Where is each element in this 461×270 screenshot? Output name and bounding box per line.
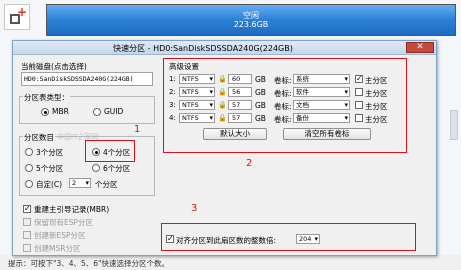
new-esp-label: 创建新ESP分区 [34,231,86,240]
clear-all-labels-button[interactable]: 清空所有卷标 [283,128,371,140]
row-4-primary-checkbox[interactable] [355,114,363,122]
partition-table-type-label: 分区表类型： [23,92,70,103]
size-unit: GB [255,88,266,97]
rebuild-mbr-checkbox[interactable]: ✓ [23,205,31,213]
custom-count-spinner[interactable]: 2 [69,178,91,188]
left-panel: 当前磁盘(点击选择) HD0:SanDiskSDSSDA240G(224GB) … [17,58,157,254]
app-logo-icon[interactable]: + [4,4,30,30]
lock-icon: 🔒 [218,101,227,109]
partition-count-label: 分区数目 [23,132,55,143]
rebuild-mbr-label: 重建主引导记录(MBR) [34,205,110,214]
close-button[interactable]: ✕ [406,42,434,53]
disk-free-label: 空闲 [243,11,259,20]
primary-caption: 主分区 [365,115,388,124]
six-partitions-radio[interactable] [92,164,100,172]
background-scrollbar[interactable] [450,110,458,140]
disk-free-size: 223.6GB [233,20,269,29]
row-3-filesystem-select[interactable]: NTFS [179,100,215,110]
row-1-primary-checkbox[interactable]: ✓ [355,75,363,83]
primary-caption: 主分区 [365,89,388,98]
row-2-volume-label-select[interactable]: 软件 [293,87,350,97]
row-1-number: 1: [169,75,176,83]
volume-label-caption: 卷标: [274,102,292,111]
volume-label-caption: 卷标: [274,89,292,98]
footer-tip: 提示：可按下"3、4、5、6"快速选择分区个数。 [8,259,169,268]
lock-icon: 🔒 [218,75,227,83]
annotation-number-3: 3 [191,203,198,214]
row-2-filesystem-select[interactable]: NTFS [179,87,215,97]
row-1-volume-label-select[interactable]: 系统 [293,74,350,84]
size-unit: GB [255,101,266,110]
row-3-number: 3: [169,101,176,109]
mbr-radio[interactable] [41,108,49,116]
advanced-settings-title: 高级设置 [169,62,199,71]
size-unit: GB [255,75,266,84]
size-unit: GB [255,114,266,123]
three-partitions-radio[interactable] [25,148,33,156]
new-msr-checkbox[interactable] [23,244,31,252]
guid-radio-label: GUID [104,107,124,116]
quick-partition-dialog: 快速分区 - HD0:SanDiskSDSSDA240G(224GB) ✕ 当前… [12,40,437,256]
annotation-number-1: 1 [134,124,141,135]
primary-caption: 主分区 [365,76,388,85]
five-partitions-label: 5个分区 [36,164,64,173]
volume-label-caption: 卷标: [274,76,292,85]
row-4-filesystem-select[interactable]: NTFS [179,113,215,123]
five-partitions-radio[interactable] [25,164,33,172]
row-3-size-input[interactable]: 57 [228,100,252,110]
custom-count-radio[interactable] [25,180,33,188]
align-partition-label: 对齐分区到此扇区数的整数倍: [176,236,277,245]
annotation-number-2: 2 [246,158,253,169]
lock-icon: 🔒 [218,114,227,122]
row-1-filesystem-select[interactable]: NTFS [179,74,215,84]
custom-count-label: 自定(C) [36,180,63,189]
mbr-radio-label: MBR [52,107,69,116]
align-partition-checkbox[interactable]: ✓ [166,235,174,243]
current-disk-label: 当前磁盘(点击选择) [21,62,87,71]
row-4-volume-label-select[interactable]: 备份 [293,113,350,123]
row-2-size-input[interactable]: 56 [228,87,252,97]
new-msr-label: 创建MSR分区 [34,244,81,253]
default-size-button[interactable]: 默认大小 [203,128,267,140]
row-4-number: 4: [169,114,176,122]
row-4-size-input[interactable]: 57 [228,113,252,123]
four-partitions-label: 4个分区 [103,148,131,157]
row-1-size-input[interactable]: 60 [228,74,252,84]
keep-esp-checkbox[interactable] [23,218,31,226]
primary-caption: 主分区 [365,102,388,111]
row-3-primary-checkbox[interactable] [355,101,363,109]
four-partitions-radio[interactable] [92,148,100,156]
align-sector-select[interactable]: 204 [296,234,320,244]
dialog-title: 快速分区 - HD0:SanDiskSDSSDA240G(224GB) [113,44,293,53]
disk-free-space-bar[interactable]: 空闲 223.6GB [46,4,456,36]
dialog-titlebar[interactable]: 快速分区 - HD0:SanDiskSDSSDA240G(224GB) ✕ [13,41,436,55]
volume-label-caption: 卷标: [274,115,292,124]
row-3-volume-label-select[interactable]: 文档 [293,100,350,110]
row-2-number: 2: [169,88,176,96]
new-esp-checkbox[interactable] [23,231,31,239]
three-partitions-label: 3个分区 [36,148,64,157]
keep-esp-label: 保留现有ESP分区 [34,218,94,227]
lock-icon: 🔒 [218,88,227,96]
guid-radio[interactable] [93,108,101,116]
current-disk-field[interactable]: HD0:SanDiskSDSSDA240G(224GB) [21,72,153,86]
custom-count-unit: 个分区 [95,180,118,189]
six-partitions-label: 6个分区 [103,164,131,173]
row-2-primary-checkbox[interactable] [355,88,363,96]
